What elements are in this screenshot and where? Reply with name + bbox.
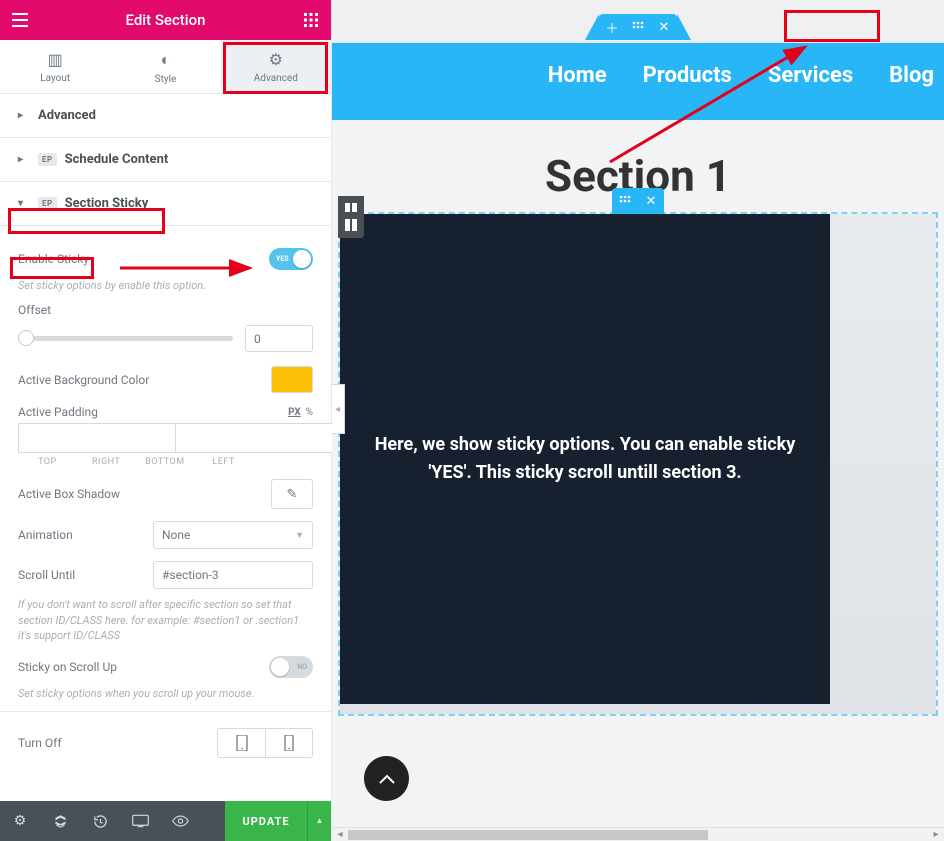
turn-off-tablet[interactable]	[217, 728, 265, 758]
scrollbar-thumb[interactable]	[348, 830, 708, 840]
apps-grid-icon[interactable]	[291, 0, 331, 40]
accordion-advanced[interactable]: ▸ Advanced	[0, 94, 331, 138]
nav-link-home[interactable]: Home	[548, 63, 607, 88]
preview-navbar: Home Products Services Blog	[332, 43, 944, 120]
ep-badge: EP	[38, 153, 57, 166]
turn-off-devices	[217, 728, 313, 758]
chevron-down-icon: ▼	[295, 530, 304, 541]
animation-label: Animation	[18, 528, 73, 542]
box-shadow-button[interactable]: ✎	[271, 479, 313, 509]
padding-side-labels: TOP RIGHT BOTTOM LEFT	[18, 457, 313, 467]
scroll-right-icon[interactable]: ▸	[928, 828, 944, 841]
scroll-until-help: If you don't want to scroll after specif…	[18, 597, 313, 643]
style-icon: ◐	[110, 50, 220, 70]
nav-link-services[interactable]: Services	[768, 63, 853, 88]
settings-icon[interactable]: ⚙	[0, 801, 40, 841]
panel-collapse-toggle[interactable]: ◂	[332, 384, 345, 434]
delete-section-icon[interactable]: ✕	[651, 14, 677, 40]
section-2: ✕ Here, we show sticky options. You can …	[338, 212, 938, 716]
scroll-until-input[interactable]	[153, 561, 313, 589]
box-shadow-label: Active Box Shadow	[18, 487, 120, 501]
update-more-button[interactable]: ▴	[307, 801, 331, 841]
bg-color-swatch[interactable]	[271, 366, 313, 393]
preview-canvas: ＋ ✕ Home Products Services Blog Section …	[332, 0, 944, 841]
panel-header: Edit Section	[0, 0, 331, 40]
offset-input[interactable]	[245, 325, 313, 352]
gear-icon: ⚙	[221, 50, 331, 69]
panel-title: Edit Section	[40, 11, 291, 29]
navigator-icon[interactable]	[40, 801, 80, 841]
chevron-down-icon: ▾	[18, 198, 28, 209]
hero-card: Here, we show sticky options. You can en…	[340, 214, 830, 704]
enable-sticky-label: Enable Sticky	[18, 252, 89, 266]
turn-off-label: Turn Off	[18, 736, 62, 750]
delete-section-icon[interactable]: ✕	[638, 188, 664, 214]
chevron-right-icon: ▸	[18, 110, 28, 121]
sticky-scroll-up-label: Sticky on Scroll Up	[18, 660, 117, 674]
sticky-controls: Enable Sticky YES Set sticky options by …	[0, 226, 331, 776]
drag-section-icon[interactable]	[625, 14, 651, 40]
tab-layout[interactable]: ▥ Layout	[0, 40, 110, 93]
tab-advanced[interactable]: ⚙ Advanced	[221, 40, 331, 93]
preview-icon[interactable]	[160, 801, 200, 841]
accordion-schedule-content[interactable]: ▸ EP Schedule Content	[0, 138, 331, 182]
scroll-left-icon[interactable]: ◂	[332, 828, 348, 841]
update-button-group: UPDATE ▴	[225, 801, 331, 841]
accordion-section-sticky[interactable]: ▾ EP Section Sticky	[0, 182, 331, 226]
enable-sticky-toggle[interactable]: YES	[269, 248, 313, 270]
section-toolbar-top: ＋ ✕	[599, 14, 677, 40]
panel-footer: ⚙ UPDATE ▴	[0, 801, 331, 841]
bg-color-label: Active Background Color	[18, 373, 149, 387]
column-handle-icon[interactable]	[338, 212, 364, 238]
horizontal-scrollbar[interactable]: ◂ ▸	[332, 827, 944, 841]
offset-label: Offset	[18, 303, 313, 317]
slider-handle[interactable]	[18, 330, 34, 346]
enable-sticky-help: Set sticky options by enable this option…	[18, 278, 313, 293]
section-toolbar-2: ✕	[612, 188, 664, 214]
padding-inputs	[18, 423, 313, 453]
hero-text: Here, we show sticky options. You can en…	[370, 431, 800, 487]
unit-switcher[interactable]: PX %	[288, 407, 313, 418]
layout-icon: ▥	[0, 50, 110, 69]
responsive-icon[interactable]	[120, 801, 160, 841]
chevron-right-icon: ▸	[18, 154, 28, 165]
turn-off-mobile[interactable]	[265, 728, 313, 758]
tab-style[interactable]: ◐ Style	[110, 40, 220, 93]
hamburger-icon[interactable]	[0, 0, 40, 40]
nav-link-blog[interactable]: Blog	[889, 63, 934, 88]
scroll-top-button[interactable]	[364, 756, 409, 801]
history-icon[interactable]	[80, 801, 120, 841]
padding-right-input[interactable]	[175, 423, 332, 453]
drag-section-icon[interactable]	[612, 188, 638, 214]
editor-panel: Edit Section ▥ Layout ◐ Style ⚙ Advanced…	[0, 0, 332, 841]
sticky-scroll-up-toggle[interactable]: NO	[269, 656, 313, 678]
padding-label: Active Padding	[18, 405, 98, 419]
scroll-until-label: Scroll Until	[18, 568, 75, 582]
nav-link-products[interactable]: Products	[643, 63, 732, 88]
padding-top-input[interactable]	[18, 423, 175, 453]
offset-slider[interactable]	[18, 336, 233, 341]
sticky-scroll-up-help: Set sticky options when you scroll up yo…	[18, 686, 313, 701]
tabs: ▥ Layout ◐ Style ⚙ Advanced	[0, 40, 331, 94]
animation-select[interactable]: None ▼	[153, 521, 313, 549]
ep-badge: EP	[38, 197, 57, 210]
add-section-icon[interactable]: ＋	[599, 14, 625, 40]
update-button[interactable]: UPDATE	[225, 801, 307, 841]
